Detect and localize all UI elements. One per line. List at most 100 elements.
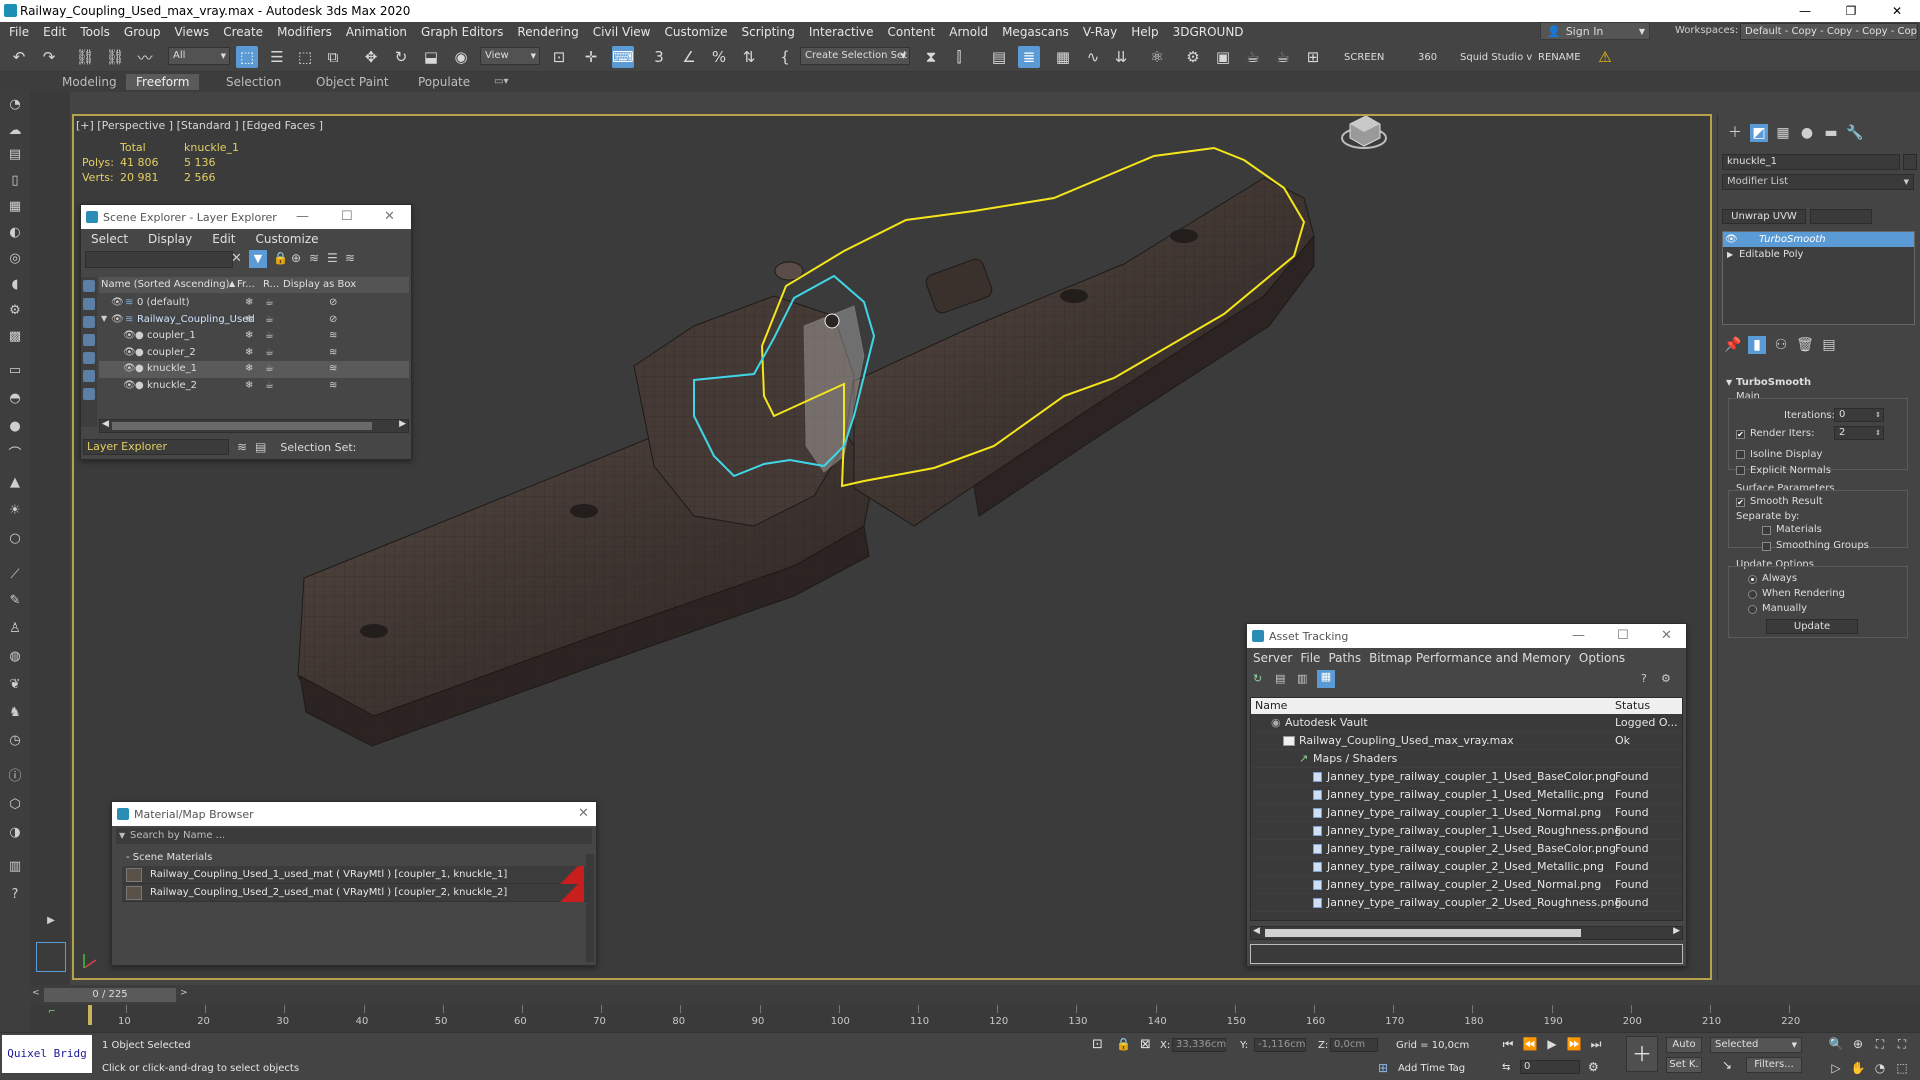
next-frame-icon[interactable]: > [180,988,188,998]
menu-vray[interactable]: V-Ray [1076,25,1124,39]
restore-button[interactable]: ❐ [1828,0,1874,22]
stack-item-editable-poly[interactable]: ▶ Editable Poly [1723,247,1914,262]
layers-stack-icon[interactable]: ≋ [237,440,247,454]
toggle-ribbon-icon[interactable]: ▦ [1052,46,1074,68]
menu-3dground[interactable]: 3DGROUND [1166,25,1251,39]
settings-icon[interactable]: ⚙ [1661,672,1671,685]
sun-icon[interactable]: ☀ [6,502,24,520]
selection-lock-icon[interactable]: 🔒 [1116,1037,1131,1051]
maximize-viewport-icon[interactable]: ⬚ [1894,1060,1910,1076]
time-slider[interactable]: < 0 / 225 > [30,985,1920,1005]
menu-customize[interactable]: Customize [256,232,319,246]
modifier-list-dropdown[interactable]: Modifier List ▼ [1722,174,1914,190]
sphere-icon[interactable]: ● [6,418,24,436]
create-panel-icon[interactable]: ＋ [1726,124,1744,142]
freeze-snowflake-icon[interactable]: ❄ [245,314,253,325]
iterations-spinner[interactable]: 0 ⇕ [1834,408,1884,422]
z-coordinate-field[interactable]: 0,0cm [1330,1038,1378,1052]
pan-icon[interactable]: ✋ [1850,1060,1866,1076]
object-row-selected[interactable]: 👁 ● knuckle_1 ❄ ☕ ≋ [99,361,409,378]
orbit-icon[interactable]: ◔ [6,96,24,114]
render-teapot-icon[interactable]: ☕ [265,297,274,308]
asset-row[interactable]: Janney_type_railway_coupler_2_Used_Norma… [1251,876,1682,894]
menu-modifiers[interactable]: Modifiers [270,25,339,39]
column-name[interactable]: Name (Sorted Ascending) [101,279,230,290]
render-teapot-icon[interactable]: ☕ [265,330,274,341]
close-icon[interactable]: ✕ [578,802,589,826]
eye-icon[interactable]: 👁 [123,330,136,341]
mirror-icon[interactable]: ⧗ [920,46,942,68]
speaker-icon[interactable]: ◖ [6,276,24,294]
freeze-snowflake-icon[interactable]: ❄ [245,297,253,308]
film-icon[interactable]: ▩ [6,328,24,346]
utilities-panel-icon[interactable]: 🔧 [1846,124,1864,142]
zoom-extents-icon[interactable]: ⛶ [1872,1036,1888,1052]
materials-checkbox[interactable] [1762,526,1771,535]
absolute-mode-icon[interactable]: ⊠ [1140,1037,1151,1052]
document-stack-icon[interactable]: ▥ [6,858,24,876]
menu-group[interactable]: Group [117,25,168,39]
select-manipulate-icon[interactable]: ✛ [580,46,602,68]
material-browser-titlebar[interactable]: Material/Map Browser ✕ [112,802,596,826]
tree-view-icon[interactable]: ▥ [1297,672,1307,685]
tab-selection[interactable]: Selection [216,74,291,90]
sign-in-button[interactable]: 👤 Sign In ▼ [1540,22,1650,40]
render-setup-icon[interactable]: ⚙ [1182,46,1204,68]
tab-object-paint[interactable]: Object Paint [306,74,399,90]
cone-icon[interactable]: ▲ [6,474,24,492]
tab-freeform[interactable]: Freeform [126,74,200,90]
unlink-icon[interactable]: ⛓ [104,46,126,68]
hat-icon[interactable]: ⌒ [6,446,24,464]
column-name[interactable]: Name [1255,699,1287,712]
menu-edit[interactable]: Edit [212,232,235,246]
asset-row[interactable]: Janney_type_railway_coupler_1_Used_Metal… [1251,786,1682,804]
globe-icon[interactable]: ◍ [6,648,24,666]
column-render[interactable]: R... [263,279,279,290]
menu-tools[interactable]: Tools [73,25,117,39]
hierarchy-icon[interactable]: ▤ [255,440,266,454]
info-icon[interactable]: ⓘ [6,768,24,786]
filter-cameras-icon[interactable] [83,334,95,346]
select-by-name-icon[interactable]: ☰ [266,46,288,68]
hierarchy-icon[interactable]: ≋ [345,251,355,265]
freeze-snowflake-icon[interactable]: ❄ [245,363,253,374]
smooth-result-checkbox[interactable]: ✔ [1736,498,1745,507]
lightbulb-icon[interactable]: ◐ [6,224,24,242]
eye-icon[interactable]: 👁 [123,363,136,374]
schematic-view-icon[interactable]: ⇊ [1110,46,1132,68]
menu-select[interactable]: Select [91,232,128,246]
leaf-icon[interactable]: ❦ [6,676,24,694]
toggle-layer-explorer-icon[interactable]: ≣ [1018,46,1040,68]
window-crossing-icon[interactable]: ⧉ [322,46,344,68]
grid-icon[interactable]: ▦ [6,198,24,216]
ribbon-options-icon[interactable]: ▭▾ [484,74,518,90]
close-icon[interactable]: ✕ [1661,624,1672,648]
tab-populate[interactable]: Populate [408,74,480,90]
menu-views[interactable]: Views [167,25,216,39]
percent-snap-icon[interactable]: % [708,46,730,68]
render-iterative-icon[interactable]: ☕ [1272,46,1294,68]
explicit-normals-checkbox[interactable] [1736,466,1745,475]
rollout-collapse-icon[interactable]: ▼ [1726,378,1732,387]
current-frame-field[interactable]: 0 [1520,1060,1580,1074]
person-icon[interactable]: ♙ [6,620,24,638]
menu-display[interactable]: Display [148,232,192,246]
menu-bitmap-performance[interactable]: Bitmap Performance and Memory [1369,651,1571,665]
rename-label[interactable]: RENAME [1538,52,1581,63]
orbit-icon[interactable]: ◔ [1872,1060,1888,1076]
folder-icon[interactable]: ▭ [6,362,24,380]
filter-groups-icon[interactable] [83,388,95,400]
object-row[interactable]: 👁 ● knuckle_2 ❄ ☕ ≋ [99,378,409,395]
update-button[interactable]: Update [1766,619,1858,634]
document-icon[interactable]: ▯ [6,172,24,190]
viewport-layout-thumb[interactable] [36,942,66,972]
value-360-label[interactable]: 360 [1418,52,1437,63]
filters-button[interactable]: Filters... [1746,1057,1802,1073]
add-time-tag-button[interactable]: Add Time Tag [1398,1063,1465,1074]
scale-icon[interactable]: ⬓ [420,46,442,68]
new-key-icon[interactable]: ＋ [1626,1036,1658,1072]
zoom-all-icon[interactable]: ⊕ [1850,1036,1866,1052]
minimize-icon[interactable]: — [296,205,309,229]
bind-spacewarp-icon[interactable]: 〰 [134,46,156,68]
clock-icon[interactable]: ◷ [6,732,24,750]
